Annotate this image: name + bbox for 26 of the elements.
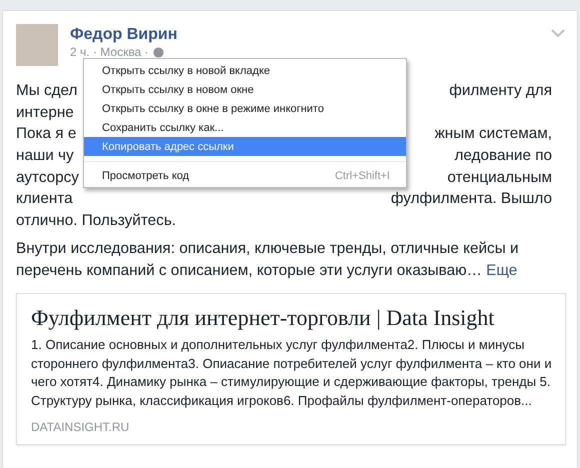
post-text: ледование по xyxy=(454,146,552,166)
avatar-placeholder xyxy=(16,24,58,66)
menu-item[interactable]: Открыть ссылку в окне в режиме инкогнито xyxy=(84,99,406,118)
post-text: отенциальным xyxy=(447,168,552,188)
preview-description: 1. Описание основных и дополнительных услуг фулфилмента2. Плюсы и минусы стороннего фулфилмента3. Опиасание потребителей услуг фулфилмента – кто они и чего хотят4. Динамику рынка – стимулирующие и сдерживающие факторы, тренды 5. Структуру рынка, классификация игроков6. Профайлы фулфилмент-операторов... xyxy=(31,336,553,410)
preview-title: Фулфилмент для интернет-торговли | Data Insight xyxy=(31,304,496,332)
post-text: аутсорсу xyxy=(16,168,79,188)
more-link[interactable]: Еще xyxy=(486,262,518,279)
post-text: Внутри исследования: описания, ключевые тренды, отличные кейсы и перечень компаний с описанием, которые эти услуги оказываю… Еще xyxy=(16,238,520,281)
post-text: клиента xyxy=(16,189,73,210)
post-text: филменту для xyxy=(449,81,552,101)
author-name[interactable]: Федор Вирин xyxy=(70,26,178,44)
menu-item[interactable]: Просмотреть код Ctrl+Shift+I xyxy=(84,161,406,185)
post-text: Мы сдел xyxy=(16,81,78,101)
preview-domain: DATAINSIGHT.RU xyxy=(31,420,130,434)
menu-item[interactable]: Открыть ссылку в новом окне xyxy=(84,80,406,99)
post-text: интерне xyxy=(16,102,74,123)
post-text: Пока я е xyxy=(16,124,76,144)
post-text: отлично. Пользуйтесь. xyxy=(16,211,176,232)
post-text: наши чу xyxy=(16,146,74,166)
menu-item[interactable]: Сохранить ссылку как... xyxy=(84,118,406,137)
link-preview-card[interactable] xyxy=(16,293,566,446)
menu-item[interactable]: Копировать адрес ссылки xyxy=(84,137,406,156)
post-text: фулфилмента. Вышло xyxy=(390,189,552,210)
menu-item[interactable]: Открыть ссылку в новой вкладке xyxy=(84,61,406,80)
post-text: жным системам, xyxy=(434,124,552,144)
